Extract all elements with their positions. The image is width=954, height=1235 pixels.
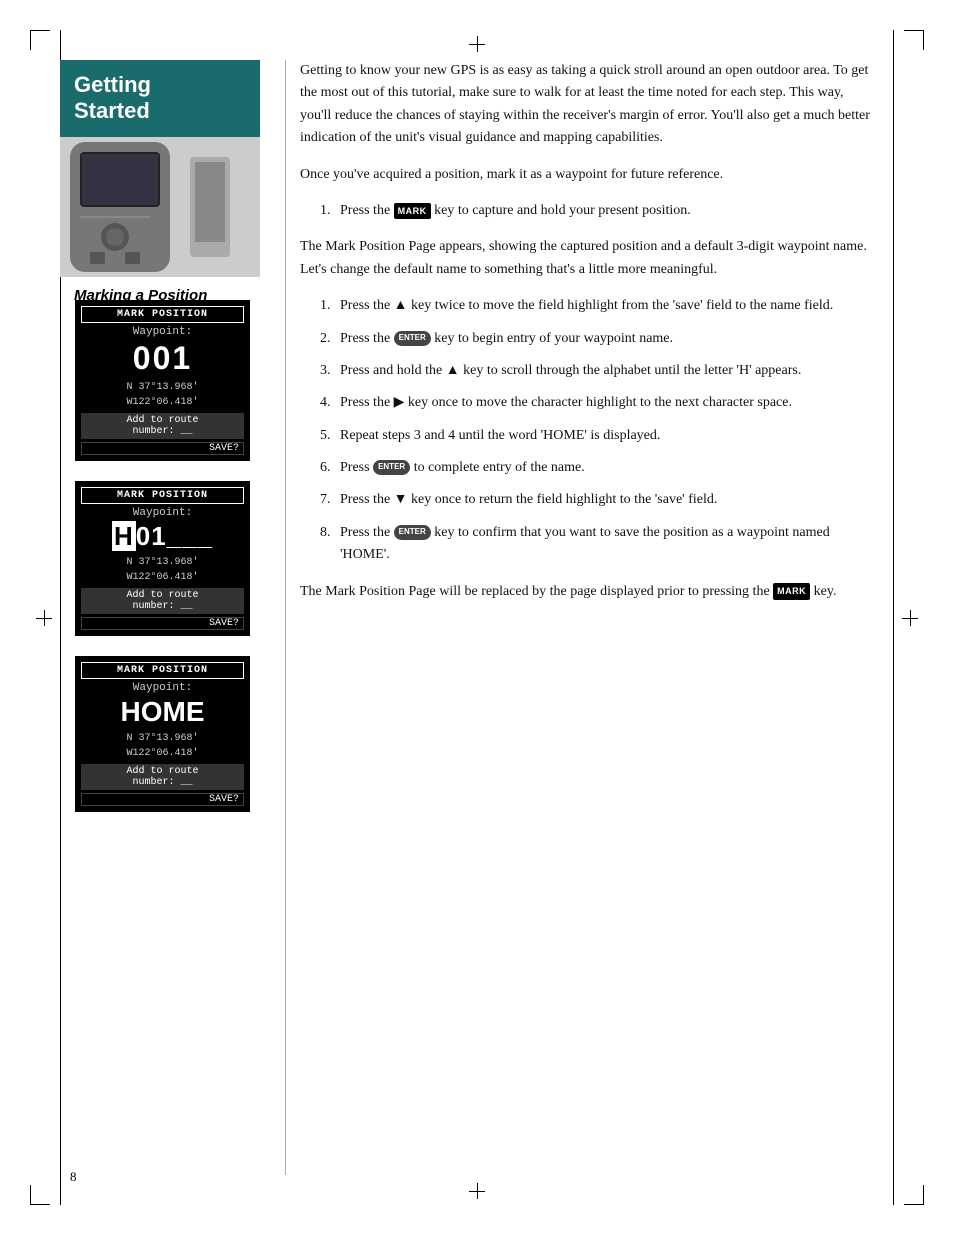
closing-after: key.: [814, 584, 837, 599]
step-2-6-num: 6.: [320, 457, 331, 479]
mark-key-badge-closing: MARK: [773, 583, 810, 599]
corner-mark-br: [904, 1185, 924, 1205]
screen3-waypoint-value: HOME: [81, 696, 244, 728]
enter-key-badge-1: ENTER: [394, 331, 431, 346]
intro-para1: Getting to know your new GPS is as easy …: [300, 60, 874, 150]
screen2-waypoint-label: Waypoint:: [81, 507, 244, 519]
step-2-1-num: 1.: [320, 295, 331, 317]
corner-mark-bl: [30, 1185, 50, 1205]
sidebar-title-line1: Getting: [74, 72, 246, 98]
closing-para: The Mark Position Page will be replaced …: [300, 581, 874, 603]
screen1-coords: N 37°13.968' W122°06.418': [81, 380, 244, 410]
step-2-6-after: to complete entry of the name.: [414, 460, 585, 475]
screen3-save: SAVE?: [81, 793, 244, 806]
sidebar: Getting Started Marking a Position: [60, 60, 260, 314]
intro-para2: Once you've acquired a position, mark it…: [300, 164, 874, 186]
screen3-route: Add to routenumber: __: [81, 764, 244, 790]
screen1-coord2: W122°06.418': [81, 395, 244, 410]
screen1-route: Add to routenumber: __: [81, 413, 244, 439]
main-content: Getting to know your new GPS is as easy …: [300, 60, 874, 617]
screen1-title: MARK POSITION: [81, 306, 244, 323]
corner-mark-tl: [30, 30, 50, 50]
step-2-2-after: key to begin entry of your waypoint name…: [434, 331, 673, 346]
step-1a: 1. Press the MARK key to capture and hol…: [320, 200, 874, 222]
enter-key-badge-3: ENTER: [394, 525, 431, 540]
screen3-coord1: N 37°13.968': [81, 731, 244, 746]
step-2-1-text: Press the ▲ key twice to move the field …: [340, 298, 833, 313]
enter-key-badge-2: ENTER: [373, 460, 410, 475]
screen1-coord1: N 37°13.968': [81, 380, 244, 395]
sidebar-decoration: [60, 137, 240, 277]
step-2-7-num: 7.: [320, 489, 331, 511]
screen1-waypoint-value: 001: [81, 340, 244, 377]
step-2-1: 1. Press the ▲ key twice to move the fie…: [320, 295, 874, 317]
sidebar-header: Getting Started: [60, 60, 260, 137]
screen2-save: SAVE?: [81, 617, 244, 630]
screen3-title: MARK POSITION: [81, 662, 244, 679]
step-2-6-before: Press: [340, 460, 370, 475]
step-2-5-text: Repeat steps 3 and 4 until the word 'HOM…: [340, 428, 660, 443]
screen3-coord2: W122°06.418': [81, 746, 244, 761]
step-1a-num: 1.: [320, 200, 331, 222]
step-2-6: 6. Press ENTER to complete entry of the …: [320, 457, 874, 479]
step-2-2-before: Press the: [340, 331, 390, 346]
screen2-coords: N 37°13.968' W122°06.418': [81, 555, 244, 585]
step-2-8-num: 8.: [320, 522, 331, 544]
step-2-3: 3. Press and hold the ▲ key to scroll th…: [320, 360, 874, 382]
step-2-2-num: 2.: [320, 328, 331, 350]
screen2-coord2: W122°06.418': [81, 570, 244, 585]
screen3-coords: N 37°13.968' W122°06.418': [81, 731, 244, 761]
screen2-title: MARK POSITION: [81, 487, 244, 504]
closing-before: The Mark Position Page will be replaced …: [300, 584, 770, 599]
step-2-3-text: Press and hold the ▲ key to scroll throu…: [340, 363, 801, 378]
step-2-3-num: 3.: [320, 360, 331, 382]
page-number: 8: [70, 1169, 77, 1185]
gps-screen-3: MARK POSITION Waypoint: HOME N 37°13.968…: [75, 656, 250, 812]
side-line-right: [893, 30, 894, 1205]
screen1-waypoint-label: Waypoint:: [81, 326, 244, 338]
corner-mark-tr: [904, 30, 924, 50]
content-divider: [285, 60, 286, 1175]
step-2-4-text: Press the ▶ key once to move the charact…: [340, 395, 792, 410]
step-2-4-num: 4.: [320, 392, 331, 414]
screen3-waypoint-label: Waypoint:: [81, 682, 244, 694]
step-2-8: 8. Press the ENTER key to confirm that y…: [320, 522, 874, 567]
crosshair-left: [36, 610, 52, 626]
screen2-route: Add to routenumber: __: [81, 588, 244, 614]
step-2-7-text: Press the ▼ key once to return the field…: [340, 492, 717, 507]
device-screens: MARK POSITION Waypoint: 001 N 37°13.968'…: [75, 300, 250, 812]
sidebar-title-line2: Started: [74, 98, 246, 124]
screen1-save: SAVE?: [81, 442, 244, 455]
step-2-2: 2. Press the ENTER key to begin entry of…: [320, 328, 874, 350]
crosshair-top: [469, 36, 485, 52]
screen2-waypoint-value: H01___: [81, 521, 244, 552]
step-1a-text-after: key to capture and hold your present pos…: [434, 203, 691, 218]
steps-group2: 1. Press the ▲ key twice to move the fie…: [320, 295, 874, 567]
steps-group1: 1. Press the MARK key to capture and hol…: [320, 200, 874, 222]
gps-screen-1: MARK POSITION Waypoint: 001 N 37°13.968'…: [75, 300, 250, 461]
step-2-7: 7. Press the ▼ key once to return the fi…: [320, 489, 874, 511]
screen2-coord1: N 37°13.968': [81, 555, 244, 570]
step-2-8-before: Press the: [340, 525, 390, 540]
gps-screen-2: MARK POSITION Waypoint: H01___ N 37°13.9…: [75, 481, 250, 636]
step-2-5: 5. Repeat steps 3 and 4 until the word '…: [320, 425, 874, 447]
crosshair-right: [902, 610, 918, 626]
mark-key-badge-1: MARK: [394, 203, 431, 219]
step-2-5-num: 5.: [320, 425, 331, 447]
step-2-4: 4. Press the ▶ key once to move the char…: [320, 392, 874, 414]
crosshair-bottom: [469, 1183, 485, 1199]
step-1a-text-before: Press the: [340, 203, 390, 218]
between-para: The Mark Position Page appears, showing …: [300, 236, 874, 281]
sidebar-image-area: [60, 137, 260, 277]
